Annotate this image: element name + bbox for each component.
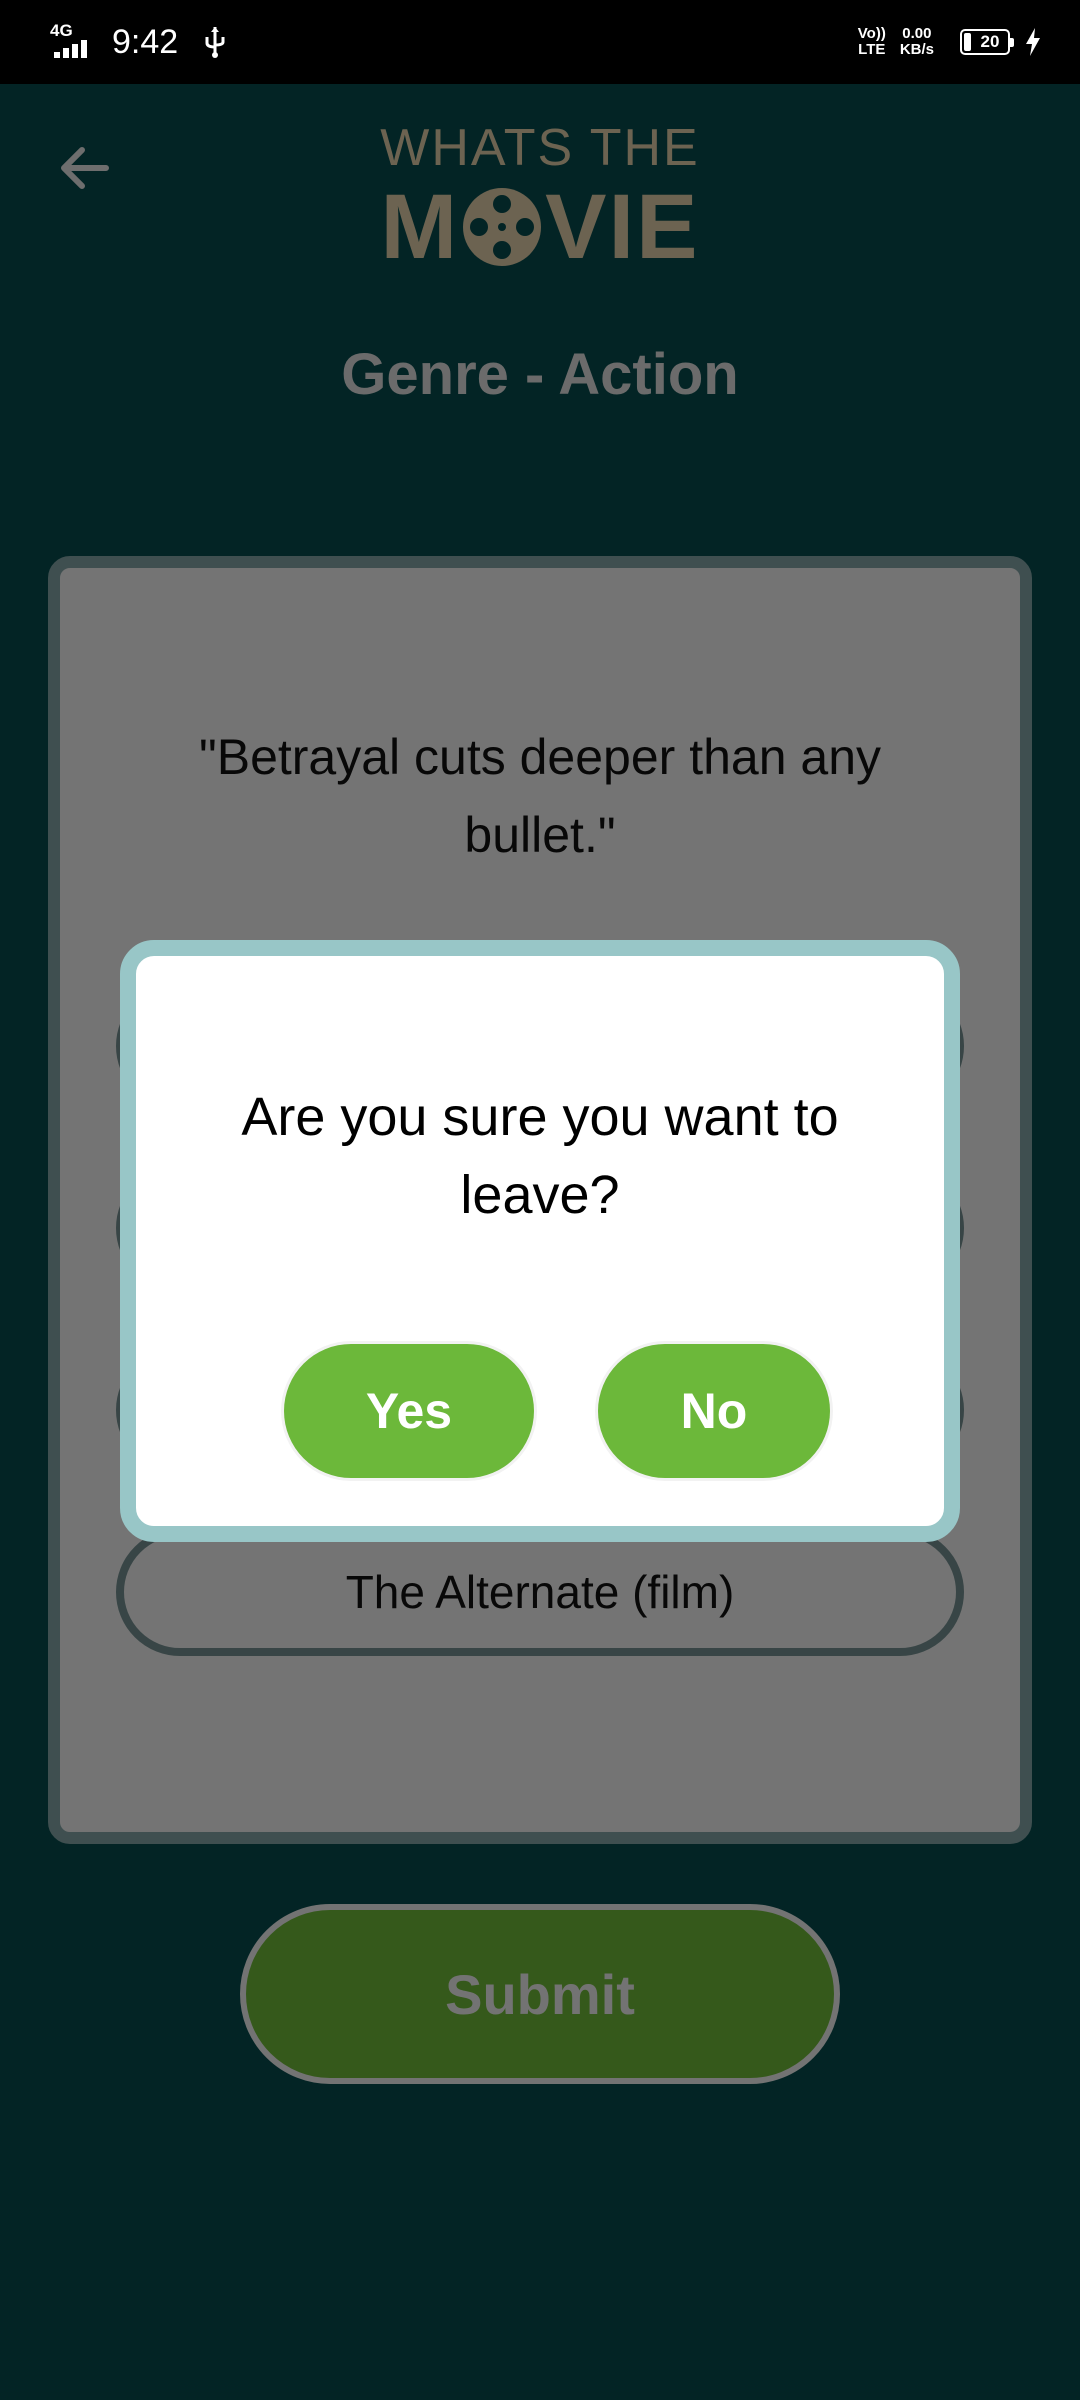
yes-button[interactable]: Yes — [284, 1344, 534, 1478]
status-left: 4G 9:42 — [50, 0, 228, 84]
status-right: Vo)) LTE 0.00 KB/s 20 — [858, 0, 1042, 84]
leave-confirm-dialog: Are you sure you want to leave? Yes No — [120, 940, 960, 1542]
network-type: 4G — [50, 21, 73, 40]
no-button[interactable]: No — [598, 1344, 830, 1478]
status-bar: 4G 9:42 Vo)) LTE 0.00 KB/s 20 — [0, 0, 1080, 84]
network-speed: 0.00 KB/s — [900, 26, 934, 58]
volte-indicator: Vo)) LTE — [858, 26, 886, 58]
battery-level: 20 — [980, 32, 1000, 51]
usb-icon — [205, 27, 225, 58]
speed-value: 0.00 — [902, 25, 932, 42]
network-signal-icon: 4G — [50, 22, 98, 62]
charging-bolt-icon — [1026, 28, 1040, 56]
volte-top: Vo)) — [857, 25, 886, 42]
speed-unit: KB/s — [899, 41, 934, 58]
dialog-message: Are you sure you want to leave? — [241, 1087, 839, 1225]
status-time: 9:42 — [112, 23, 179, 61]
volte-bottom: LTE — [858, 41, 886, 58]
battery-icon: 20 — [960, 29, 1014, 55]
